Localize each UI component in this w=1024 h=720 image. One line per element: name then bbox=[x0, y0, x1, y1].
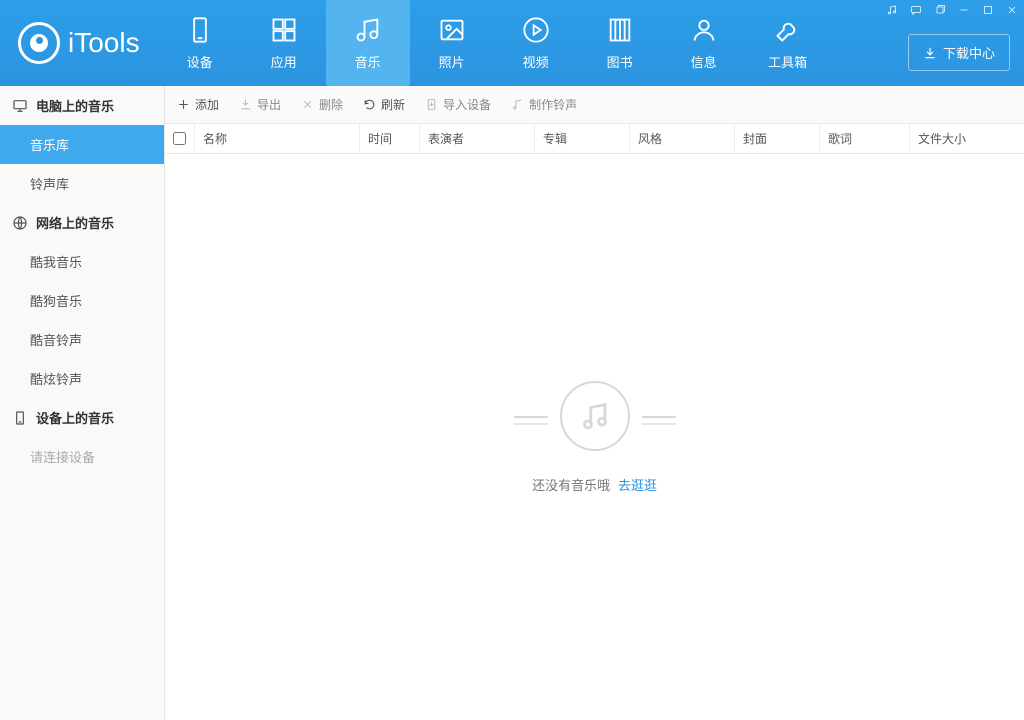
add-button[interactable]: 添加 bbox=[177, 96, 219, 113]
app-logo: iTools bbox=[0, 0, 158, 86]
export-icon bbox=[239, 98, 252, 111]
person-icon bbox=[689, 15, 719, 45]
main-area: 添加 导出 删除 刷新 导入设备 制作铃声 bbox=[165, 86, 1024, 720]
sidebar-item-kuxuan[interactable]: 酷炫铃声 bbox=[0, 359, 164, 398]
sidebar-item-kuwo[interactable]: 酷我音乐 bbox=[0, 242, 164, 281]
refresh-button[interactable]: 刷新 bbox=[363, 96, 405, 113]
sidebar-item-ringtone-library[interactable]: 铃声库 bbox=[0, 164, 164, 203]
download-icon bbox=[923, 46, 937, 60]
column-genre[interactable]: 风格 bbox=[630, 124, 735, 153]
app-header: iTools 设备 应用 音乐 照片 视频 图书 信息 bbox=[0, 0, 1024, 86]
speech-icon[interactable] bbox=[904, 0, 928, 20]
empty-music-icon bbox=[560, 381, 630, 451]
import-device-button[interactable]: 导入设备 bbox=[425, 96, 491, 113]
restore-icon[interactable] bbox=[928, 0, 952, 20]
sidebar: 电脑上的音乐 音乐库 铃声库 网络上的音乐 酷我音乐 酷狗音乐 酷音铃声 酷炫铃… bbox=[0, 86, 165, 720]
globe-icon bbox=[12, 215, 28, 231]
table-header: 名称 时间 表演者 专辑 风格 封面 歌词 文件大小 bbox=[165, 124, 1024, 154]
main-nav: 设备 应用 音乐 照片 视频 图书 信息 工具箱 bbox=[158, 0, 830, 86]
column-size[interactable]: 文件大小 bbox=[910, 124, 1024, 153]
phone-icon bbox=[12, 410, 28, 426]
sidebar-header-local[interactable]: 电脑上的音乐 bbox=[0, 86, 164, 125]
app-name: iTools bbox=[68, 27, 140, 59]
sidebar-item-kugou[interactable]: 酷狗音乐 bbox=[0, 281, 164, 320]
monitor-icon bbox=[12, 98, 28, 114]
import-icon bbox=[425, 98, 438, 111]
refresh-icon bbox=[363, 98, 376, 111]
video-icon bbox=[521, 15, 551, 45]
tab-device[interactable]: 设备 bbox=[158, 0, 242, 86]
plus-icon bbox=[177, 98, 190, 111]
apps-icon bbox=[269, 15, 299, 45]
maximize-button[interactable] bbox=[976, 0, 1000, 20]
sidebar-header-network[interactable]: 网络上的音乐 bbox=[0, 203, 164, 242]
sidebar-header-device[interactable]: 设备上的音乐 bbox=[0, 398, 164, 437]
wrench-icon bbox=[773, 15, 803, 45]
toolbar: 添加 导出 删除 刷新 导入设备 制作铃声 bbox=[165, 86, 1024, 124]
column-album[interactable]: 专辑 bbox=[535, 124, 630, 153]
empty-state: 还没有音乐哦 去逛逛 bbox=[165, 154, 1024, 720]
music-mini-icon[interactable] bbox=[880, 0, 904, 20]
tab-apps[interactable]: 应用 bbox=[242, 0, 326, 86]
sidebar-item-connect-device: 请连接设备 bbox=[0, 437, 164, 476]
sidebar-item-kuyin[interactable]: 酷音铃声 bbox=[0, 320, 164, 359]
book-icon bbox=[605, 15, 635, 45]
delete-button[interactable]: 删除 bbox=[301, 96, 343, 113]
export-button[interactable]: 导出 bbox=[239, 96, 281, 113]
column-lyric[interactable]: 歌词 bbox=[820, 124, 910, 153]
select-all-checkbox[interactable] bbox=[173, 132, 186, 145]
sidebar-item-music-library[interactable]: 音乐库 bbox=[0, 125, 164, 164]
sidebar-section-device: 设备上的音乐 请连接设备 bbox=[0, 398, 164, 476]
browse-link[interactable]: 去逛逛 bbox=[618, 478, 657, 493]
column-checkbox[interactable] bbox=[165, 124, 195, 153]
column-artist[interactable]: 表演者 bbox=[420, 124, 535, 153]
column-name[interactable]: 名称 bbox=[195, 124, 360, 153]
tab-toolbox[interactable]: 工具箱 bbox=[746, 0, 830, 86]
sidebar-section-local: 电脑上的音乐 音乐库 铃声库 bbox=[0, 86, 164, 203]
ringtone-icon bbox=[511, 98, 524, 111]
tab-books[interactable]: 图书 bbox=[578, 0, 662, 86]
minimize-button[interactable] bbox=[952, 0, 976, 20]
column-cover[interactable]: 封面 bbox=[735, 124, 820, 153]
delete-icon bbox=[301, 98, 314, 111]
make-ringtone-button[interactable]: 制作铃声 bbox=[511, 96, 577, 113]
window-controls bbox=[880, 0, 1024, 20]
column-time[interactable]: 时间 bbox=[360, 124, 420, 153]
close-button[interactable] bbox=[1000, 0, 1024, 20]
device-icon bbox=[185, 15, 215, 45]
photo-icon bbox=[437, 15, 467, 45]
sidebar-section-network: 网络上的音乐 酷我音乐 酷狗音乐 酷音铃声 酷炫铃声 bbox=[0, 203, 164, 398]
tab-music[interactable]: 音乐 bbox=[326, 0, 410, 86]
tab-video[interactable]: 视频 bbox=[494, 0, 578, 86]
tab-photos[interactable]: 照片 bbox=[410, 0, 494, 86]
tab-info[interactable]: 信息 bbox=[662, 0, 746, 86]
logo-icon bbox=[18, 22, 60, 64]
music-icon bbox=[353, 15, 383, 45]
download-center-button[interactable]: 下载中心 bbox=[908, 34, 1010, 71]
empty-text: 还没有音乐哦 去逛逛 bbox=[532, 475, 657, 494]
